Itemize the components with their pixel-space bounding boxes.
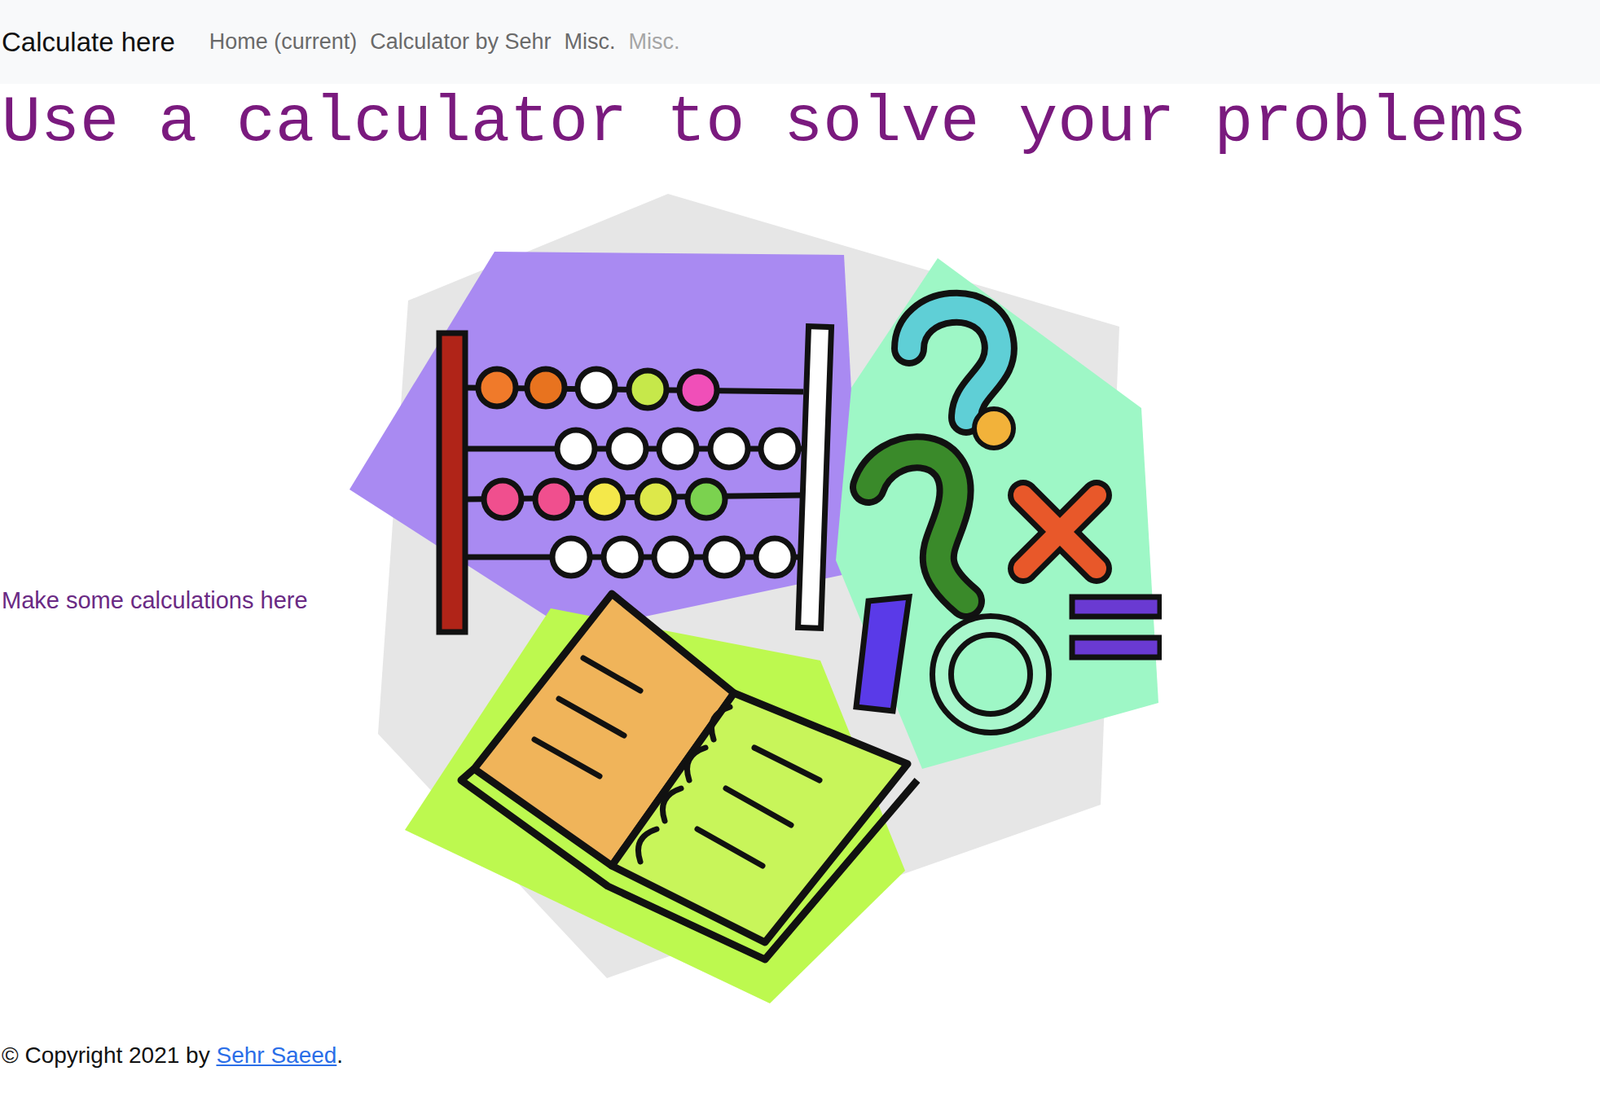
math-clipart-icon: [347, 193, 1162, 1009]
navbar: Calculate here Home (current)Calculator …: [0, 0, 1600, 84]
nav-link[interactable]: Calculator by Sehr: [363, 18, 558, 66]
nav-item: Home (current): [202, 18, 365, 66]
nav-item: Calculator by Sehr: [363, 18, 558, 66]
nav-link[interactable]: Home (current): [202, 18, 365, 66]
nav-link[interactable]: Misc.: [557, 18, 622, 66]
main-section: Make some calculations here: [0, 193, 1600, 1009]
copyright-text: © Copyright 2021 by: [1, 1042, 216, 1069]
footer-suffix: .: [336, 1042, 343, 1069]
brand-link[interactable]: Calculate here: [1, 21, 176, 63]
author-link[interactable]: Sehr Saeed: [215, 1042, 337, 1069]
footer: © Copyright 2021 by Sehr Saeed.: [0, 1038, 1600, 1073]
nav-item: Misc.: [621, 18, 686, 66]
math-illustration: [347, 193, 1162, 1009]
caption-text: Make some calculations here: [0, 583, 348, 620]
page-heading: Use a calculator to solve your problems: [0, 83, 1600, 163]
nav-item: Misc.: [557, 18, 622, 66]
nav-list: Home (current)Calculator by SehrMisc.Mis…: [202, 18, 687, 66]
nav-link: Misc.: [621, 18, 686, 66]
